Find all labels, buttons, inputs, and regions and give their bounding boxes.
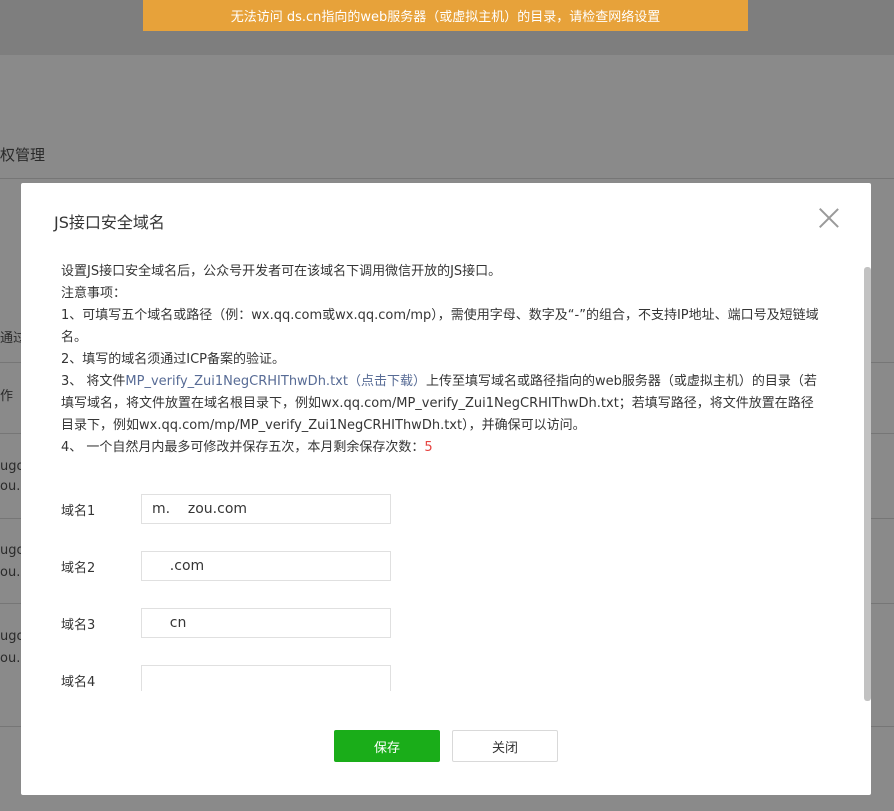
domain-row-2: 域名2 bbox=[61, 551, 391, 581]
dialog-description: 设置JS接口安全域名后，公众号开发者可在该域名下调用微信开放的JS接口。 注意事… bbox=[61, 261, 821, 459]
description-item-3: 3、 将文件MP_verify_Zui1NegCRHIThwDh.txt（点击下… bbox=[61, 371, 821, 437]
close-icon[interactable] bbox=[818, 207, 840, 229]
domain-input-4[interactable] bbox=[141, 665, 391, 691]
dialog-title: JS接口安全域名 bbox=[54, 213, 165, 232]
background-section-title: 权管理 bbox=[0, 146, 46, 164]
domain-row-4: 域名4 bbox=[61, 665, 391, 691]
background-divider bbox=[0, 178, 894, 179]
item3-prefix: 3、 将文件 bbox=[61, 374, 126, 389]
background-cell: ou. bbox=[0, 651, 21, 666]
domain-row-3: 域名3 bbox=[61, 608, 391, 638]
save-button[interactable]: 保存 bbox=[334, 730, 440, 762]
background-cell: 作 bbox=[0, 389, 14, 404]
verify-file-download-link[interactable]: MP_verify_Zui1NegCRHIThwDh.txt（点击下载） bbox=[125, 374, 426, 389]
domain-input-1[interactable] bbox=[141, 494, 391, 524]
description-intro: 设置JS接口安全域名后，公众号开发者可在该域名下调用微信开放的JS接口。 bbox=[61, 264, 502, 279]
description-item-2: 2、填写的域名须通过ICP备案的验证。 bbox=[61, 352, 286, 367]
description-item-1: 1、可填写五个域名或路径（例：wx.qq.com或wx.qq.com/mp），需… bbox=[61, 308, 819, 345]
warning-toast-text: 无法访问 ds.cn指向的web服务器（或虚拟主机）的目录，请检查网络设置 bbox=[230, 10, 661, 25]
description-item-4: 4、 一个自然月内最多可修改并保存五次，本月剩余保存次数：5 bbox=[61, 437, 821, 459]
domain-label-4: 域名4 bbox=[61, 674, 96, 690]
background-cell: ou. bbox=[0, 565, 21, 580]
domain-label-1: 域名1 bbox=[61, 503, 96, 519]
dialog-scrollbar[interactable] bbox=[864, 267, 871, 701]
background-cell: ou. bbox=[0, 479, 21, 494]
description-notice: 注意事项： bbox=[61, 286, 127, 301]
remaining-save-count: 5 bbox=[424, 440, 433, 455]
domain-row-1: 域名1 bbox=[61, 494, 391, 524]
warning-toast: 无法访问 ds.cn指向的web服务器（或虚拟主机）的目录，请检查网络设置 bbox=[143, 0, 748, 31]
domain-input-3[interactable] bbox=[141, 608, 391, 638]
item4-prefix: 4、 一个自然月内最多可修改并保存五次，本月剩余保存次数： bbox=[61, 440, 425, 455]
domain-label-2: 域名2 bbox=[61, 560, 96, 576]
js-domain-dialog: JS接口安全域名 设置JS接口安全域名后，公众号开发者可在该域名下调用微信开放的… bbox=[21, 183, 871, 795]
domain-label-3: 域名3 bbox=[61, 617, 96, 633]
domain-input-2[interactable] bbox=[141, 551, 391, 581]
cancel-button[interactable]: 关闭 bbox=[452, 730, 558, 762]
dialog-body: 设置JS接口安全域名后，公众号开发者可在该域名下调用微信开放的JS接口。 注意事… bbox=[61, 261, 821, 691]
